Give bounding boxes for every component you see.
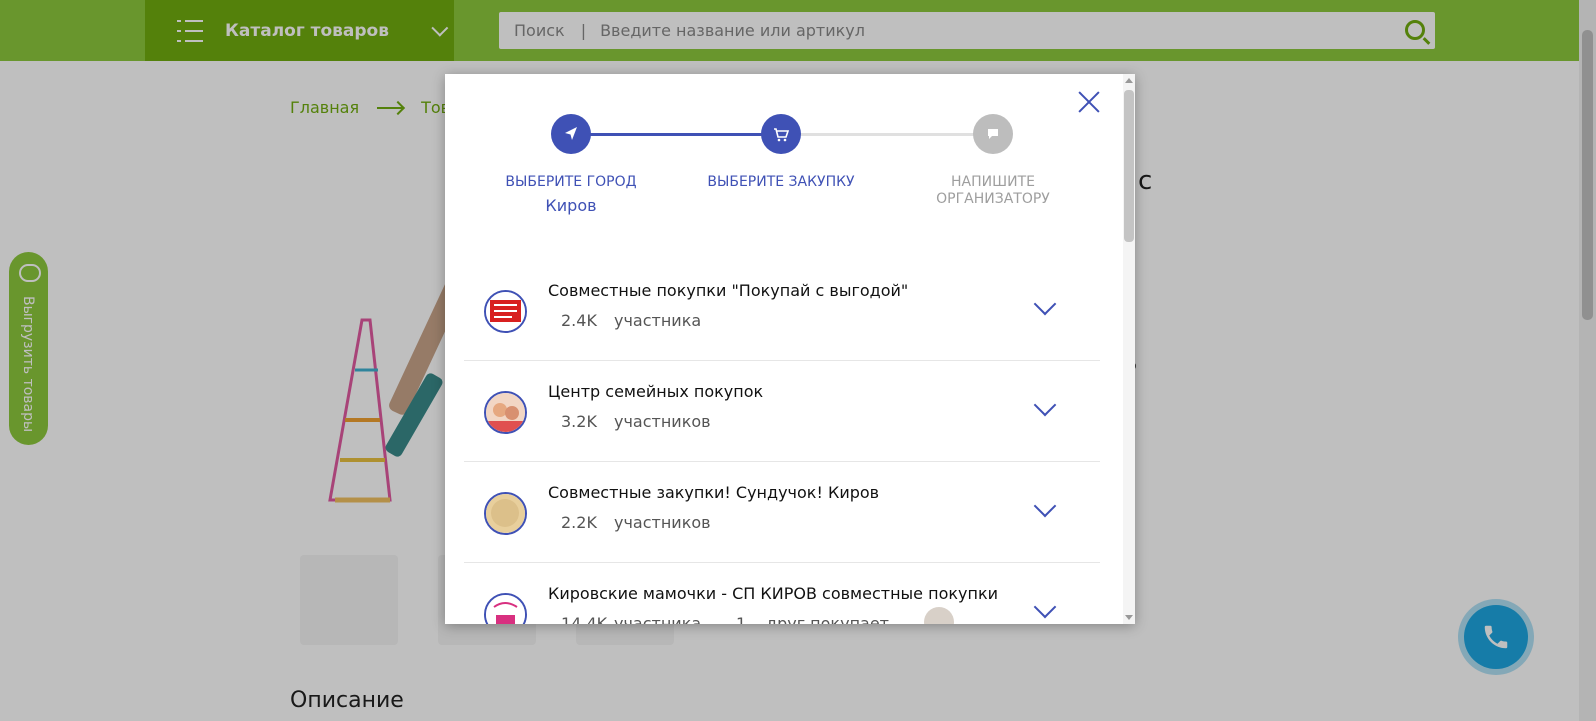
close-icon[interactable]: [1077, 90, 1101, 114]
group-avatar: [484, 593, 527, 624]
step-city[interactable]: [551, 114, 591, 154]
step-purchase[interactable]: [761, 114, 801, 154]
group-avatar: [484, 492, 527, 535]
location-arrow-icon: [565, 127, 577, 140]
chevron-down-icon[interactable]: [1033, 393, 1057, 417]
progress-line-completed: [570, 133, 780, 136]
group-title: Совместные закупки! Сундучок! Киров: [548, 483, 880, 502]
step-city-label: ВЫБЕРИТЕ ГОРОД: [505, 174, 637, 190]
group-title: Центр семейных покупок: [548, 382, 764, 401]
step-organizer-label: НАПИШИТЕ ОРГАНИЗАТОРУ: [936, 174, 1050, 207]
member-count: 3.2K: [561, 412, 597, 431]
step-organizer: [973, 114, 1013, 154]
modal-scrollbar[interactable]: [1123, 74, 1135, 624]
modal-scrollbar-thumb[interactable]: [1124, 90, 1134, 242]
chevron-down-icon[interactable]: [1033, 292, 1057, 316]
list-item[interactable]: Совместные закупки! Сундучок! Киров 2.2K…: [464, 462, 1100, 563]
group-title: Кировские мамочки - СП КИРОВ совместные …: [548, 584, 999, 603]
shopping-cart-icon: [774, 128, 790, 142]
group-title: Совместные покупки "Покупай с выгодой": [548, 281, 909, 300]
member-count-label: участников: [614, 513, 711, 532]
group-avatar: [484, 290, 527, 333]
member-count: 14.4K: [561, 614, 608, 624]
scroll-down-arrow-icon[interactable]: [1125, 615, 1133, 620]
chevron-down-icon[interactable]: [1033, 595, 1057, 619]
list-item[interactable]: Кировские мамочки - СП КИРОВ совместные …: [464, 563, 1100, 624]
member-count: 2.2K: [561, 513, 597, 532]
list-item[interactable]: Центр семейных покупок 3.2K участников: [464, 361, 1100, 462]
friends-count: 1: [736, 614, 747, 624]
scroll-up-arrow-icon[interactable]: [1125, 78, 1133, 83]
step-city-value: Киров: [545, 196, 597, 215]
purchase-modal: ВЫБЕРИТЕ ГОРОД Киров ВЫБЕРИТЕ ЗАКУПКУ НА…: [445, 74, 1135, 624]
friends-label: друг покупает: [766, 614, 889, 624]
step-purchase-label: ВЫБЕРИТЕ ЗАКУПКУ: [707, 174, 855, 190]
friend-avatar: [924, 607, 954, 624]
member-count-label: участника: [614, 614, 702, 624]
chevron-down-icon[interactable]: [1033, 494, 1057, 518]
group-avatar: [484, 391, 527, 434]
progress-line-pending: [780, 133, 990, 136]
member-count: 2.4K: [561, 311, 597, 330]
chat-icon: [988, 129, 998, 139]
list-item[interactable]: Совместные покупки "Покупай с выгодой" 2…: [464, 260, 1100, 361]
member-count-label: участника: [614, 311, 702, 330]
purchase-list: Совместные покупки "Покупай с выгодой" 2…: [464, 260, 1100, 624]
member-count-label: участников: [614, 412, 711, 431]
